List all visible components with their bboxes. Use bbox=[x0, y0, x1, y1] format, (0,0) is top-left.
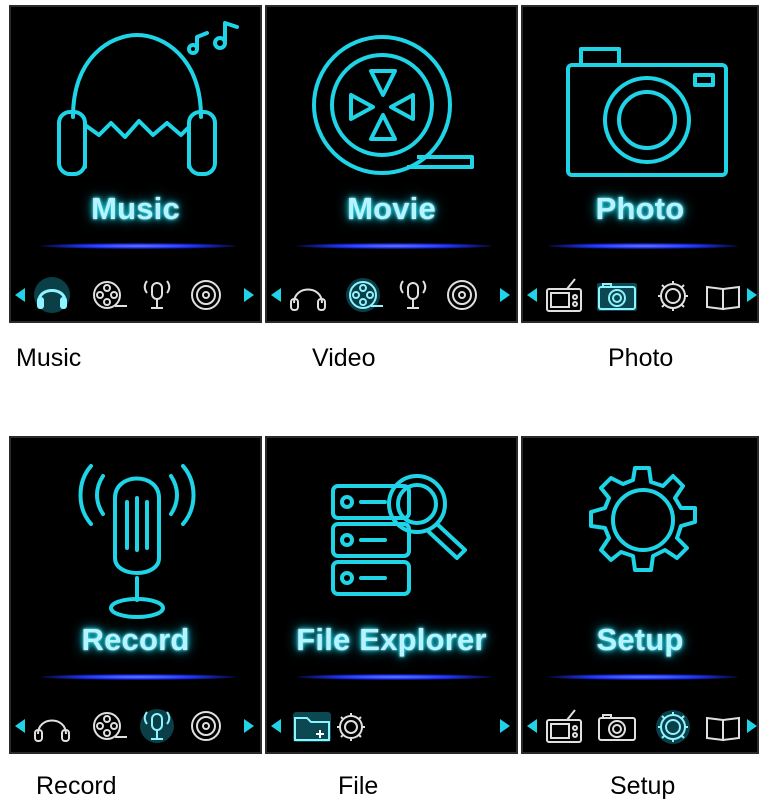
book-icon[interactable] bbox=[706, 285, 740, 311]
icon-bar bbox=[271, 712, 510, 742]
caption-file: File bbox=[338, 772, 379, 800]
caption-photo: Photo bbox=[608, 344, 674, 372]
screen-title: Movie bbox=[347, 191, 436, 226]
headphones-music-icon bbox=[57, 21, 239, 176]
glow-underline bbox=[297, 674, 492, 680]
right-arrow-icon[interactable] bbox=[244, 719, 254, 733]
microphone-icon bbox=[78, 464, 196, 619]
glow-underline bbox=[41, 674, 236, 680]
right-arrow-icon[interactable] bbox=[747, 288, 757, 302]
film-reel-icon[interactable] bbox=[93, 712, 127, 740]
caption-setup: Setup bbox=[610, 772, 676, 800]
icon-bar bbox=[271, 278, 510, 312]
caption-video: Video bbox=[312, 344, 376, 372]
glow-underline bbox=[548, 243, 738, 249]
record-screen[interactable]: Record bbox=[9, 436, 262, 754]
gear-icon[interactable] bbox=[656, 710, 690, 744]
left-arrow-icon[interactable] bbox=[527, 288, 537, 302]
screen-title: Music bbox=[91, 191, 180, 226]
disc-icon[interactable] bbox=[191, 280, 221, 310]
left-arrow-icon[interactable] bbox=[271, 719, 281, 733]
left-arrow-icon[interactable] bbox=[527, 719, 537, 733]
icon-bar bbox=[15, 277, 254, 313]
glow-underline bbox=[41, 243, 236, 249]
gear-icon bbox=[589, 466, 697, 572]
photo-screen[interactable]: Photo bbox=[521, 5, 759, 323]
screen-title: Setup bbox=[596, 622, 684, 657]
icon-bar bbox=[15, 709, 254, 743]
glow-underline bbox=[297, 243, 492, 249]
setup-screen[interactable]: Setup bbox=[521, 436, 759, 754]
camera-icon[interactable] bbox=[597, 283, 637, 311]
microphone-icon[interactable] bbox=[140, 709, 174, 743]
right-arrow-icon[interactable] bbox=[244, 288, 254, 302]
folder-icon[interactable] bbox=[293, 712, 331, 742]
file-explorer-icon bbox=[331, 474, 467, 596]
gear-icon[interactable] bbox=[658, 281, 688, 311]
file-explorer-screen[interactable]: File Explorer bbox=[265, 436, 518, 754]
caption-record: Record bbox=[36, 772, 117, 800]
left-arrow-icon[interactable] bbox=[15, 288, 25, 302]
music-screen[interactable]: Music bbox=[9, 5, 262, 323]
microphone-icon[interactable] bbox=[143, 280, 171, 309]
left-arrow-icon[interactable] bbox=[271, 288, 281, 302]
screen-title: Photo bbox=[595, 191, 685, 226]
movie-screen[interactable]: Movie bbox=[265, 5, 518, 323]
microphone-icon[interactable] bbox=[399, 280, 427, 309]
screen-title: File Explorer bbox=[296, 622, 487, 657]
right-arrow-icon[interactable] bbox=[500, 719, 510, 733]
camera-icon bbox=[566, 47, 728, 177]
headphones-icon[interactable] bbox=[290, 288, 326, 311]
icon-bar bbox=[527, 709, 757, 744]
disc-icon[interactable] bbox=[447, 280, 477, 310]
icon-bar bbox=[527, 278, 757, 312]
film-reel-icon[interactable] bbox=[93, 281, 127, 309]
headphones-icon[interactable] bbox=[34, 277, 70, 313]
radio-icon[interactable] bbox=[546, 278, 582, 312]
radio-icon[interactable] bbox=[546, 709, 582, 743]
screen-title: Record bbox=[81, 622, 190, 657]
right-arrow-icon[interactable] bbox=[747, 719, 757, 733]
book-icon[interactable] bbox=[706, 716, 740, 742]
left-arrow-icon[interactable] bbox=[15, 719, 25, 733]
caption-music: Music bbox=[16, 344, 82, 372]
right-arrow-icon[interactable] bbox=[500, 288, 510, 302]
camera-icon[interactable] bbox=[598, 714, 636, 741]
disc-icon[interactable] bbox=[191, 711, 221, 741]
film-reel-icon bbox=[312, 35, 474, 175]
film-reel-icon[interactable] bbox=[346, 278, 383, 312]
glow-underline bbox=[548, 674, 738, 680]
headphones-icon[interactable] bbox=[34, 719, 70, 742]
gear-icon[interactable] bbox=[337, 713, 365, 741]
